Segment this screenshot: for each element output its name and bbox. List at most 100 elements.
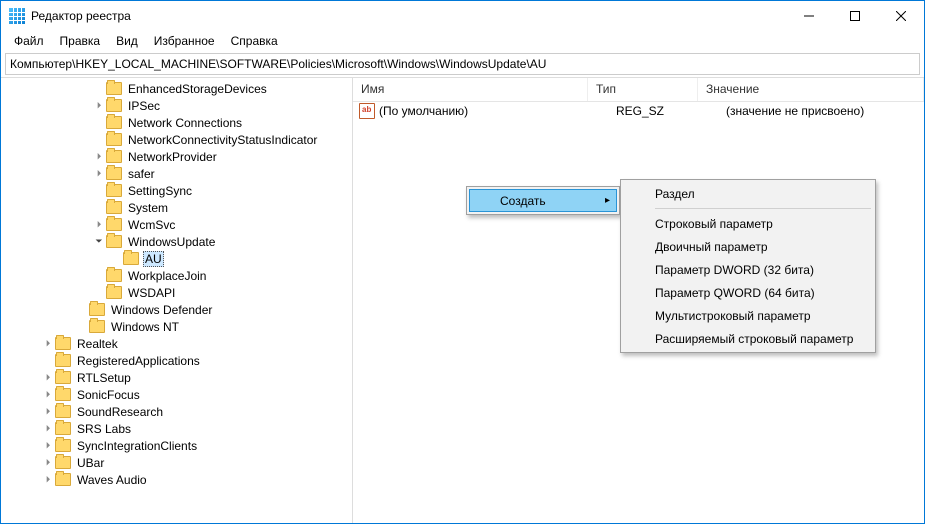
tree-item-label: EnhancedStorageDevices — [126, 82, 269, 96]
chevron-right-icon[interactable] — [41, 440, 55, 451]
folder-icon — [55, 388, 71, 401]
tree-item[interactable]: WindowsUpdate — [1, 233, 352, 250]
minimize-button[interactable] — [786, 1, 832, 31]
close-button[interactable] — [878, 1, 924, 31]
tree-item-label: SonicFocus — [75, 388, 142, 402]
chevron-right-icon[interactable] — [41, 457, 55, 468]
context-menu: Создать — [466, 186, 620, 215]
tree-item[interactable]: SRS Labs — [1, 420, 352, 437]
tree-item[interactable]: AU — [1, 250, 352, 267]
tree-item[interactable]: Waves Audio — [1, 471, 352, 488]
col-name[interactable]: Имя — [353, 78, 588, 101]
folder-icon — [106, 201, 122, 214]
tree-item-label: Waves Audio — [75, 473, 149, 487]
folder-icon — [55, 422, 71, 435]
tree-item[interactable]: NetworkProvider — [1, 148, 352, 165]
ctx-create[interactable]: Создать — [469, 189, 617, 212]
tree: EnhancedStorageDevices IPSec Network Conne… — [1, 78, 352, 490]
menu-file[interactable]: Файл — [6, 32, 52, 50]
tree-item[interactable]: UBar — [1, 454, 352, 471]
folder-icon — [106, 116, 122, 129]
folder-icon — [106, 133, 122, 146]
folder-icon — [55, 405, 71, 418]
tree-item-label: IPSec — [126, 99, 162, 113]
folder-icon — [89, 320, 105, 333]
cell-name: (По умолчанию) — [379, 104, 608, 118]
tree-item[interactable]: SettingSync — [1, 182, 352, 199]
address-bar[interactable]: Компьютер\HKEY_LOCAL_MACHINE\SOFTWARE\Po… — [5, 53, 920, 75]
chevron-right-icon[interactable] — [41, 338, 55, 349]
folder-icon — [106, 218, 122, 231]
folder-icon — [55, 371, 71, 384]
ctx-new-string[interactable]: Строковый параметр — [623, 212, 873, 235]
folder-icon — [106, 286, 122, 299]
tree-item[interactable]: Windows Defender — [1, 301, 352, 318]
tree-item-label: Windows NT — [109, 320, 181, 334]
tree-pane[interactable]: EnhancedStorageDevices IPSec Network Conne… — [1, 78, 353, 523]
tree-item[interactable]: SoundResearch — [1, 403, 352, 420]
menu-view[interactable]: Вид — [108, 32, 146, 50]
menu-help[interactable]: Справка — [223, 32, 286, 50]
tree-item-label: Network Connections — [126, 116, 244, 130]
tree-item-label: SoundResearch — [75, 405, 165, 419]
menubar: Файл Правка Вид Избранное Справка — [1, 31, 924, 51]
tree-item-label: NetworkConnectivityStatusIndicator — [126, 133, 319, 147]
folder-icon — [55, 337, 71, 350]
folder-icon — [55, 439, 71, 452]
tree-item[interactable]: Realtek — [1, 335, 352, 352]
chevron-right-icon[interactable] — [92, 168, 106, 179]
tree-item[interactable]: IPSec — [1, 97, 352, 114]
ctx-new-multi[interactable]: Мультистроковый параметр — [623, 304, 873, 327]
folder-icon — [55, 354, 71, 367]
tree-item[interactable]: NetworkConnectivityStatusIndicator — [1, 131, 352, 148]
list-header: Имя Тип Значение — [353, 78, 924, 102]
chevron-right-icon[interactable] — [41, 423, 55, 434]
chevron-right-icon[interactable] — [41, 406, 55, 417]
tree-item[interactable]: Windows NT — [1, 318, 352, 335]
tree-item[interactable]: System — [1, 199, 352, 216]
address-text: Компьютер\HKEY_LOCAL_MACHINE\SOFTWARE\Po… — [10, 57, 546, 71]
tree-item[interactable]: SonicFocus — [1, 386, 352, 403]
folder-icon — [106, 150, 122, 163]
chevron-right-icon[interactable] — [92, 151, 106, 162]
tree-item[interactable]: RegisteredApplications — [1, 352, 352, 369]
menu-favorites[interactable]: Избранное — [146, 32, 223, 50]
ctx-new-dword[interactable]: Параметр DWORD (32 бита) — [623, 258, 873, 281]
tree-item[interactable]: safer — [1, 165, 352, 182]
string-value-icon — [359, 103, 375, 119]
ctx-new-expand[interactable]: Расширяемый строковый параметр — [623, 327, 873, 350]
chevron-down-icon[interactable] — [92, 236, 106, 247]
tree-item[interactable]: RTLSetup — [1, 369, 352, 386]
ctx-new-qword[interactable]: Параметр QWORD (64 бита) — [623, 281, 873, 304]
maximize-button[interactable] — [832, 1, 878, 31]
tree-item[interactable]: WSDAPI — [1, 284, 352, 301]
tree-item[interactable]: WcmSvc — [1, 216, 352, 233]
tree-item-label: SRS Labs — [75, 422, 133, 436]
chevron-right-icon[interactable] — [41, 372, 55, 383]
ctx-new-binary[interactable]: Двоичный параметр — [623, 235, 873, 258]
list-body: (По умолчанию)REG_SZ(значение не присвое… — [353, 102, 924, 120]
folder-icon — [89, 303, 105, 316]
folder-icon — [55, 456, 71, 469]
menu-edit[interactable]: Правка — [52, 32, 109, 50]
ctx-new-key[interactable]: Раздел — [623, 182, 873, 205]
chevron-right-icon[interactable] — [41, 474, 55, 485]
list-row[interactable]: (По умолчанию)REG_SZ(значение не присвое… — [353, 102, 924, 120]
folder-icon — [106, 235, 122, 248]
tree-item[interactable]: EnhancedStorageDevices — [1, 80, 352, 97]
chevron-right-icon[interactable] — [92, 219, 106, 230]
folder-icon — [106, 184, 122, 197]
chevron-right-icon[interactable] — [41, 389, 55, 400]
tree-item[interactable]: Network Connections — [1, 114, 352, 131]
chevron-right-icon[interactable] — [92, 100, 106, 111]
folder-icon — [106, 82, 122, 95]
col-type[interactable]: Тип — [588, 78, 698, 101]
tree-item[interactable]: SyncIntegrationClients — [1, 437, 352, 454]
cell-value: (значение не присвоено) — [718, 104, 924, 118]
app-icon — [9, 8, 25, 24]
tree-item-label: WcmSvc — [126, 218, 177, 232]
folder-icon — [55, 473, 71, 486]
tree-item[interactable]: WorkplaceJoin — [1, 267, 352, 284]
context-submenu: Раздел Строковый параметр Двоичный парам… — [620, 179, 876, 353]
col-value[interactable]: Значение — [698, 78, 924, 101]
